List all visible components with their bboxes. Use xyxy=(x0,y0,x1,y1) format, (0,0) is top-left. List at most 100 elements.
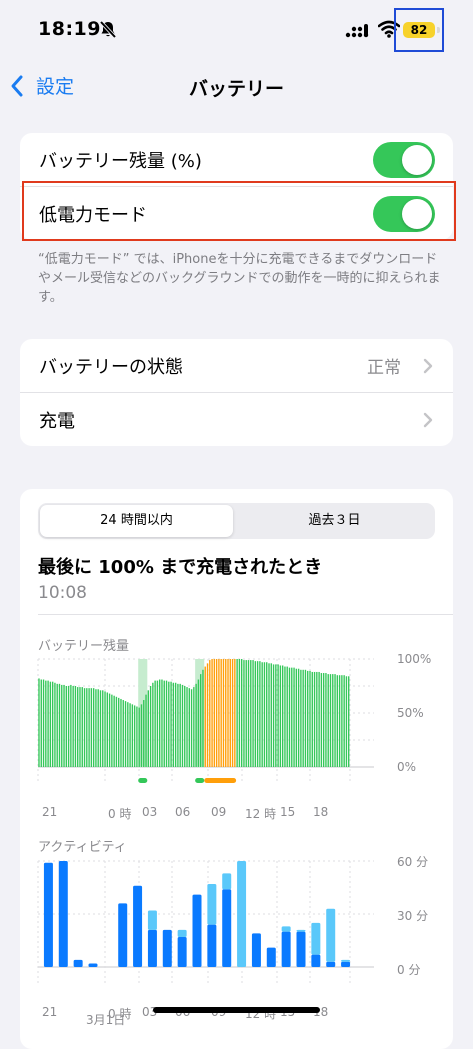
level-bar xyxy=(65,686,68,767)
level-bar xyxy=(120,698,122,767)
activity-bar-screen-on xyxy=(281,931,291,967)
x-tick-label: 21 xyxy=(42,805,58,819)
level-bar xyxy=(131,704,134,767)
charging-row[interactable]: 充電 xyxy=(20,392,453,446)
level-bar xyxy=(302,669,304,767)
level-bar xyxy=(186,687,188,767)
battery-level-chart-title: バッテリー残量 xyxy=(38,639,130,654)
level-bar xyxy=(332,674,334,767)
level-bar xyxy=(202,669,204,767)
low-power-indicator xyxy=(204,778,237,783)
level-bar xyxy=(325,673,327,767)
x-tick-label: 15 xyxy=(280,805,296,819)
level-bar xyxy=(234,659,236,767)
level-bar xyxy=(334,674,336,767)
level-bar xyxy=(297,668,300,767)
activity-bar-screen-on xyxy=(58,861,68,967)
level-bar xyxy=(115,696,118,767)
level-bar xyxy=(133,705,136,767)
level-bar xyxy=(252,660,254,767)
battery-percentage-row: バッテリー残量 (%) xyxy=(20,133,453,186)
activity-bar-screen-on xyxy=(133,885,143,967)
home-indicator xyxy=(153,1007,320,1013)
level-bar xyxy=(188,688,190,767)
activity-bar-screen-off xyxy=(281,926,291,932)
level-bar xyxy=(72,686,74,767)
level-bar xyxy=(329,674,332,767)
activity-bar-screen-on xyxy=(177,936,187,967)
activity-bar-screen-on xyxy=(118,903,128,967)
level-bar xyxy=(256,661,259,767)
level-bar xyxy=(320,673,323,767)
level-bar xyxy=(118,697,120,767)
battery-health-row[interactable]: バッテリーの状態 正常 xyxy=(20,339,453,392)
level-bar xyxy=(231,659,234,767)
battery-tip xyxy=(437,27,440,33)
level-bar xyxy=(40,679,42,767)
activity-bar-screen-on xyxy=(162,929,172,967)
level-bar xyxy=(172,682,175,767)
level-bar xyxy=(215,659,218,767)
level-bar xyxy=(156,680,159,767)
level-bar xyxy=(197,679,200,767)
level-bar xyxy=(220,659,222,767)
navigation-bar: 設定 バッテリー xyxy=(0,64,473,108)
level-bar xyxy=(247,660,250,767)
divider xyxy=(38,614,453,615)
level-bar xyxy=(266,662,268,767)
level-bar xyxy=(152,682,154,767)
level-bar xyxy=(268,663,270,767)
low-power-footnote: “低電力モード” では、iPhoneを十分に充電できるまでダウンロードやメール受… xyxy=(38,252,441,305)
page-title: バッテリー xyxy=(188,78,284,100)
level-bar xyxy=(307,670,309,767)
battery-level-indicator: 82 xyxy=(403,22,435,38)
x-tick-label: 18 xyxy=(313,805,329,819)
activity-bar-screen-on xyxy=(251,933,261,967)
status-bar: 18:19 82 xyxy=(0,0,473,64)
level-bar xyxy=(165,680,168,767)
battery-health-card: バッテリーの状態 正常 充電 xyxy=(20,339,453,446)
level-bar xyxy=(195,683,197,767)
level-bar xyxy=(97,689,99,767)
level-bar xyxy=(168,681,170,767)
tab-3-days[interactable]: 過去３日 xyxy=(236,505,433,537)
level-bar xyxy=(184,686,186,767)
level-bar xyxy=(286,666,288,767)
battery-percentage-toggle[interactable] xyxy=(373,142,435,178)
level-bar xyxy=(49,681,52,767)
level-bar xyxy=(181,684,184,767)
level-bar xyxy=(259,661,261,767)
level-bar xyxy=(295,668,298,767)
activity-bar-screen-on xyxy=(147,929,157,967)
status-time: 18:19 xyxy=(38,18,101,40)
level-bar xyxy=(63,684,65,767)
tab-24-hours[interactable]: 24 時間以内 xyxy=(40,505,233,537)
level-bar xyxy=(45,680,47,767)
level-bar xyxy=(70,684,72,767)
x-tick-label: 0 時 xyxy=(108,807,132,821)
level-bar xyxy=(145,694,147,767)
level-bar xyxy=(58,683,61,767)
last-charged-label: 最後に 100% まで充電されたとき xyxy=(38,557,323,578)
level-bar xyxy=(275,664,277,767)
level-bar xyxy=(122,700,124,767)
level-bar xyxy=(138,707,140,767)
level-bar xyxy=(92,688,95,767)
level-bar xyxy=(254,661,257,767)
level-bar xyxy=(250,660,252,767)
level-bar xyxy=(240,659,243,767)
level-bar xyxy=(124,701,127,767)
chevron-right-icon xyxy=(423,358,433,374)
level-bar xyxy=(147,690,149,767)
level-bar xyxy=(236,659,238,767)
level-bar xyxy=(270,663,272,767)
level-bar xyxy=(322,673,325,767)
level-bar xyxy=(311,671,313,767)
activity-bar-screen-on xyxy=(207,924,217,967)
silent-bell-icon xyxy=(99,20,117,39)
level-bar xyxy=(190,689,193,767)
level-bar xyxy=(211,659,213,767)
level-bar xyxy=(300,669,302,767)
level-bar xyxy=(209,660,211,767)
level-bar xyxy=(136,706,138,767)
